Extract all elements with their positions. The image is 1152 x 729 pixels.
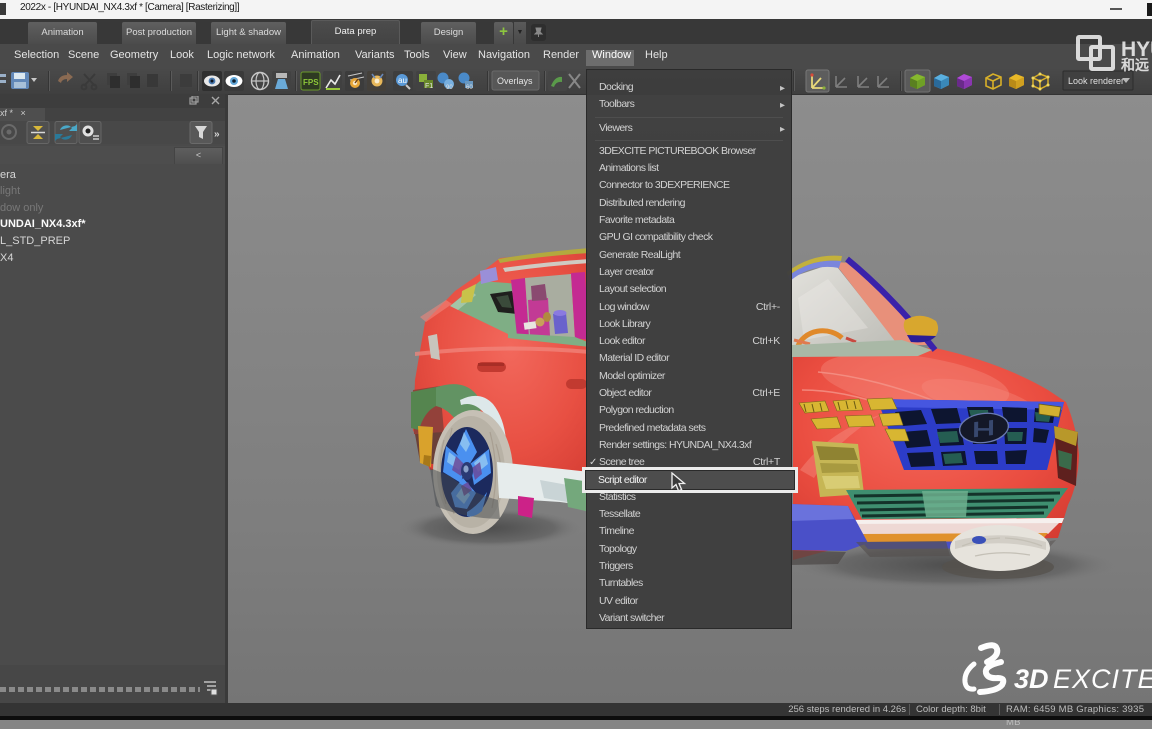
svg-text:3D: 3D — [1014, 664, 1049, 694]
svg-text:FPS: FPS — [303, 78, 319, 87]
svg-text:»: » — [214, 129, 220, 140]
svg-text:au: au — [398, 76, 407, 85]
svg-text:EXCITE: EXCITE — [1053, 664, 1152, 694]
svg-text:90: 90 — [446, 85, 453, 91]
svg-text:F1: F1 — [425, 83, 433, 90]
svg-text:60: 60 — [466, 85, 473, 91]
svg-text:Look renderer: Look renderer — [1068, 76, 1124, 86]
svg-text:和远: 和远 — [1121, 57, 1149, 72]
svg-text:Overlays: Overlays — [497, 76, 533, 86]
